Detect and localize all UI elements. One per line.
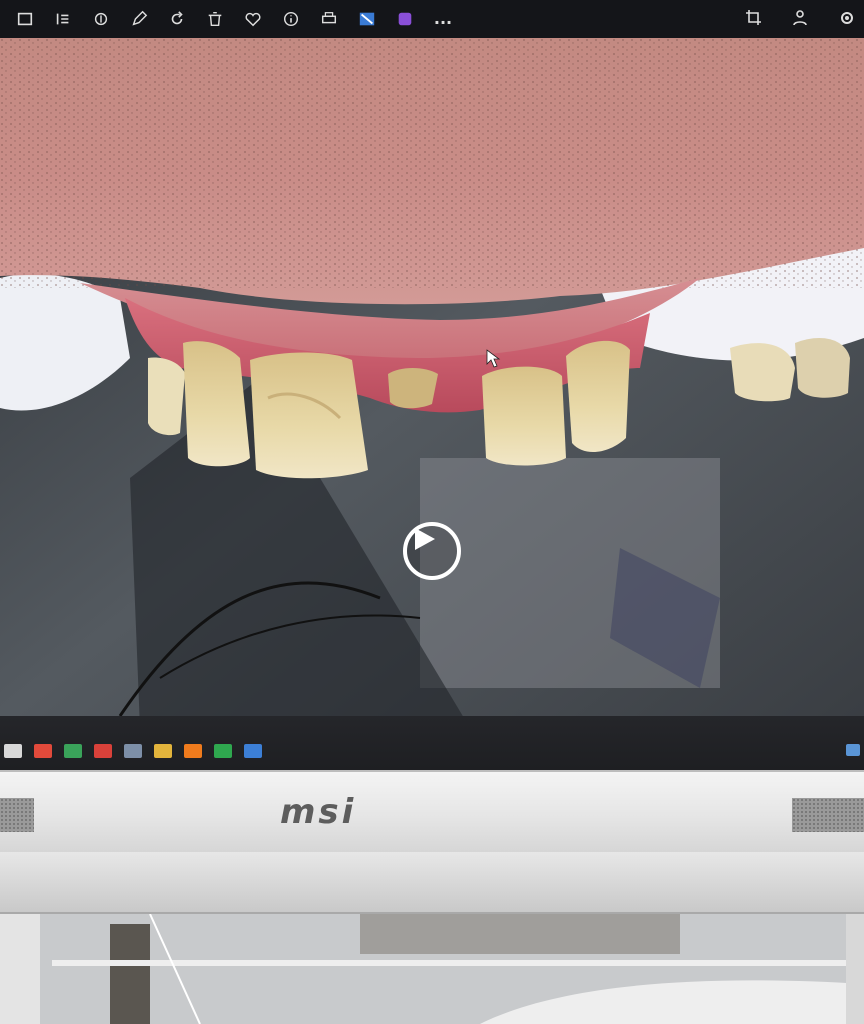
zoom-fit-icon[interactable] [14, 8, 36, 30]
blue-app-icon[interactable] [244, 744, 262, 758]
monitor-screen: ... [0, 0, 864, 770]
photo-of-monitor: ... msi [0, 0, 864, 1024]
vlc-icon[interactable] [184, 744, 202, 758]
people-icon[interactable] [790, 8, 810, 32]
taskbar-icons [4, 744, 262, 758]
rotate-icon[interactable] [166, 8, 188, 30]
speaker-grille-left [0, 798, 34, 832]
heart-icon[interactable] [242, 8, 264, 30]
monitor-chin [0, 852, 864, 914]
red-app-icon[interactable] [94, 744, 112, 758]
play-icon[interactable] [403, 522, 461, 580]
dental-photo-image [0, 38, 864, 716]
toolbar-right [744, 8, 858, 32]
green-meet-icon[interactable] [214, 744, 232, 758]
crop-icon[interactable] [744, 8, 764, 32]
more-label: ... [433, 9, 453, 28]
desk-background [0, 914, 864, 1024]
monitor-bezel: msi [0, 770, 864, 852]
edit-icon[interactable] [128, 8, 150, 30]
monitor-icon[interactable] [124, 744, 142, 758]
viewer-toolbar: ... [0, 0, 864, 38]
speaker-grille-right [792, 798, 864, 832]
settings-icon[interactable] [836, 8, 858, 32]
rotate-left-icon[interactable] [52, 8, 74, 30]
more-icon[interactable]: ... [432, 8, 454, 30]
share-icon[interactable] [356, 8, 378, 30]
app-icon[interactable] [394, 8, 416, 30]
taskbar [0, 716, 864, 770]
dental-photo [0, 38, 864, 716]
brand-logo: msi [280, 792, 357, 832]
info-icon[interactable] [280, 8, 302, 30]
notification-icon[interactable] [846, 744, 860, 756]
fingerprint-icon[interactable] [90, 8, 112, 30]
bars-icon[interactable] [34, 744, 52, 758]
print-icon[interactable] [318, 8, 340, 30]
trash-icon[interactable] [204, 8, 226, 30]
folder-icon[interactable] [154, 744, 172, 758]
cp-icon[interactable] [4, 744, 22, 758]
green-app-icon[interactable] [64, 744, 82, 758]
